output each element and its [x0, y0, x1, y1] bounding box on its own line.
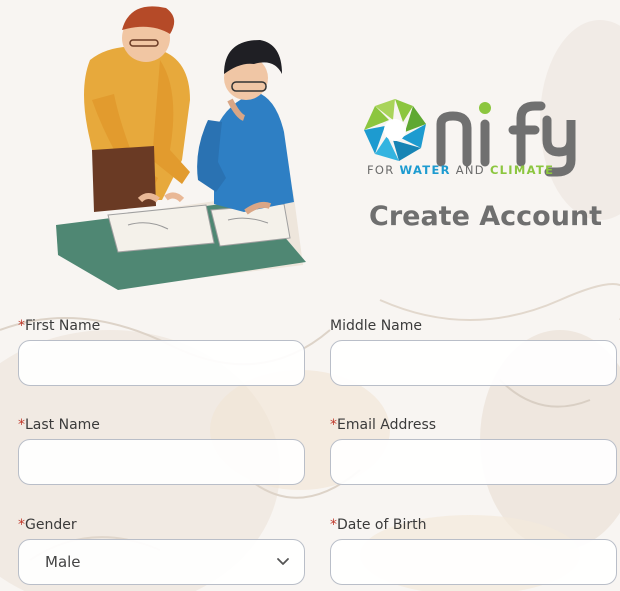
middle-name-field: Middle Name: [330, 316, 617, 386]
last-name-field: *Last Name: [18, 415, 305, 485]
hero-illustration: [56, 6, 306, 290]
last-name-label: *Last Name: [18, 417, 100, 433]
gender-label: *Gender: [18, 517, 77, 533]
dob-input[interactable]: [331, 540, 616, 584]
email-field: *Email Address: [330, 415, 617, 485]
brand-tagline: FOR WATER AND CLIMATE: [367, 163, 555, 177]
middle-name-label: Middle Name: [330, 318, 422, 334]
tagline-climate: CLIMATE: [489, 163, 555, 177]
first-name-input[interactable]: [19, 341, 304, 385]
first-name-field: *First Name: [18, 316, 305, 386]
dob-label: *Date of Birth: [330, 517, 427, 533]
gender-select[interactable]: Male: [18, 539, 305, 585]
email-label: *Email Address: [330, 417, 437, 433]
chevron-down-icon: [277, 558, 289, 565]
last-name-input[interactable]: [19, 440, 304, 484]
dob-field: *Date of Birth: [330, 515, 617, 585]
email-input[interactable]: [331, 440, 616, 484]
first-name-label: *First Name: [18, 318, 101, 334]
middle-name-input[interactable]: [331, 341, 616, 385]
tagline-water: WATER: [399, 163, 451, 177]
page-title: Create Account: [369, 201, 603, 232]
gender-field: *Gender Male: [18, 515, 305, 585]
gender-selected-value: Male: [45, 553, 81, 571]
